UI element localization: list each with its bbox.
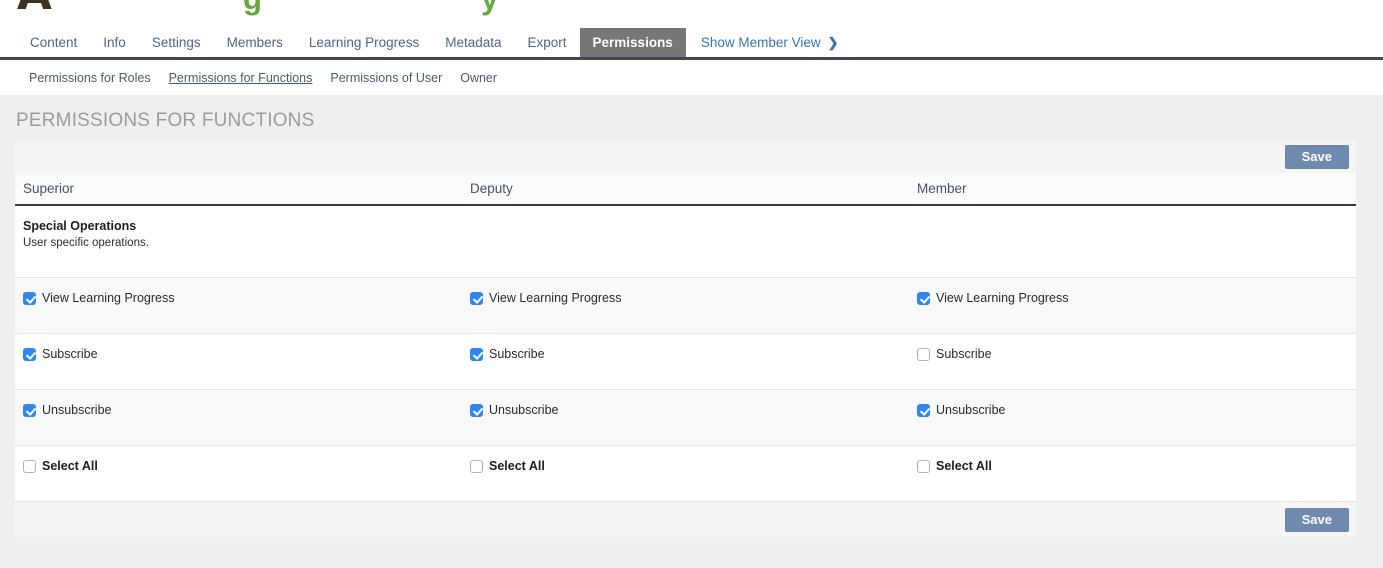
bottom-toolbar: Save: [15, 502, 1356, 537]
main-content: PERMISSIONS FOR FUNCTIONS Save Superior …: [0, 95, 1383, 537]
section-row-special-operations: Special Operations User specific operati…: [15, 206, 1356, 278]
show-member-view-label: Show Member View: [700, 35, 821, 50]
main-tab-bar: Content Info Settings Members Learning P…: [0, 28, 1383, 60]
checkbox-view-learning-progress-superior[interactable]: [23, 291, 36, 305]
permission-label: View Learning Progress: [936, 291, 1069, 305]
tab-settings[interactable]: Settings: [139, 28, 214, 57]
checkbox-subscribe-deputy[interactable]: [470, 347, 483, 361]
tab-permissions[interactable]: Permissions: [579, 28, 686, 57]
checkbox-view-learning-progress-deputy[interactable]: [470, 291, 483, 305]
permission-label: Subscribe: [936, 347, 992, 361]
checkbox-unsubscribe-member[interactable]: [917, 403, 930, 417]
checkbox-select-all-member[interactable]: [917, 459, 930, 473]
sub-tab-bar: Permissions for Roles Permissions for Fu…: [0, 60, 1383, 95]
table-row-view-learning-progress: View Learning Progress View Learning Pro…: [15, 278, 1356, 334]
subtab-permissions-for-functions[interactable]: Permissions for Functions: [160, 71, 322, 85]
page-title: PERMISSIONS FOR FUNCTIONS: [16, 110, 315, 131]
tab-learning-progress[interactable]: Learning Progress: [296, 28, 432, 57]
select-all-label: Select All: [489, 459, 545, 473]
checkbox-unsubscribe-deputy[interactable]: [470, 403, 483, 417]
permission-label: Subscribe: [489, 347, 545, 361]
tab-metadata[interactable]: Metadata: [432, 28, 514, 57]
save-button-top[interactable]: Save: [1284, 145, 1349, 169]
tab-info[interactable]: Info: [90, 28, 139, 57]
save-button-bottom[interactable]: Save: [1284, 507, 1349, 532]
column-header-deputy: Deputy: [470, 181, 513, 196]
app-logo: A: [17, 0, 52, 16]
tab-export[interactable]: Export: [515, 28, 580, 57]
chevron-right-icon: ❯: [827, 34, 839, 50]
checkbox-subscribe-superior[interactable]: [23, 347, 36, 361]
section-description: User specific operations.: [23, 237, 149, 249]
column-header-member: Member: [917, 181, 967, 196]
column-header-superior: Superior: [23, 181, 75, 196]
permissions-table-card: Save Superior Deputy Member Special Oper…: [15, 141, 1356, 537]
checkbox-view-learning-progress-member[interactable]: [917, 291, 930, 305]
table-header-row: Superior Deputy Member: [15, 173, 1356, 206]
show-member-view-link[interactable]: Show Member View ❯: [688, 28, 852, 57]
subtab-permissions-of-user[interactable]: Permissions of User: [321, 71, 451, 85]
top-header-strip: A g y: [0, 0, 1383, 28]
section-title: Special Operations: [23, 219, 137, 233]
checkbox-select-all-deputy[interactable]: [470, 459, 483, 473]
subtab-permissions-for-roles[interactable]: Permissions for Roles: [20, 71, 160, 85]
permission-label: Subscribe: [42, 347, 98, 361]
subtab-owner[interactable]: Owner: [451, 71, 506, 85]
table-row-subscribe: Subscribe Subscribe Subscribe: [15, 334, 1356, 390]
select-all-label: Select All: [42, 459, 98, 473]
tab-members[interactable]: Members: [214, 28, 296, 57]
checkbox-unsubscribe-superior[interactable]: [23, 403, 36, 417]
top-toolbar: Save: [15, 141, 1356, 173]
tab-content[interactable]: Content: [17, 28, 90, 57]
checkbox-subscribe-member[interactable]: [917, 347, 930, 361]
permission-label: View Learning Progress: [42, 291, 175, 305]
permission-label: Unsubscribe: [42, 403, 112, 417]
page-heading-fragment: g: [243, 0, 262, 14]
select-all-label: Select All: [936, 459, 992, 473]
permission-label: View Learning Progress: [489, 291, 622, 305]
permission-label: Unsubscribe: [936, 403, 1006, 417]
table-row-select-all: Select All Select All Select All: [15, 446, 1356, 502]
page-heading-fragment: y: [481, 0, 498, 14]
permission-label: Unsubscribe: [489, 403, 559, 417]
table-row-unsubscribe: Unsubscribe Unsubscribe Unsubscribe: [15, 390, 1356, 446]
checkbox-select-all-superior[interactable]: [23, 459, 36, 473]
